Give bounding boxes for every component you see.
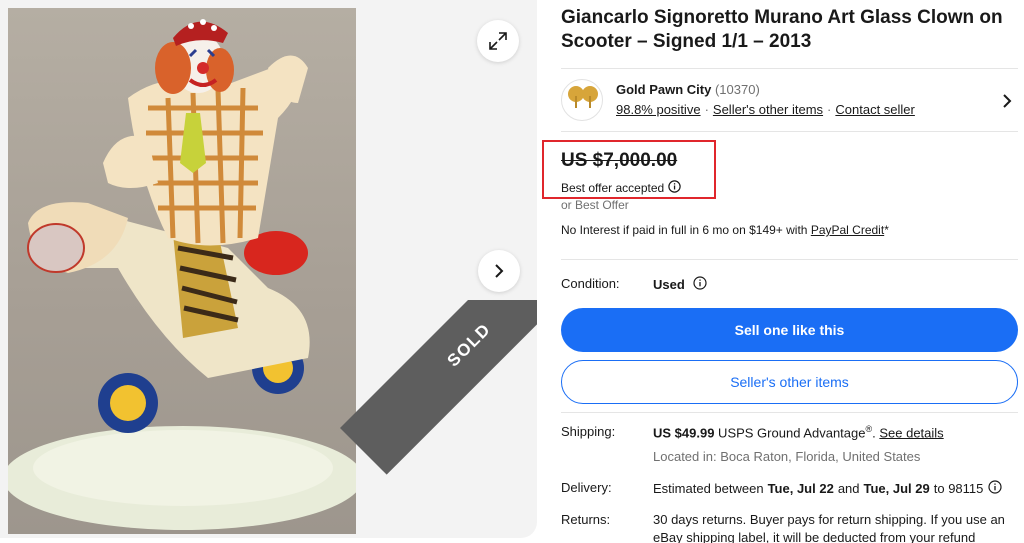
seller-logo (561, 79, 603, 121)
sell-one-like-this-button[interactable]: Sell one like this (561, 308, 1018, 352)
separator-dot: · (704, 102, 709, 117)
seller-positive-link[interactable]: 98.8% positive (616, 102, 701, 117)
delivery-end-date: Tue, Jul 29 (863, 481, 930, 496)
info-circle-icon (693, 276, 707, 290)
sold-badge: SOLD (340, 300, 537, 475)
condition-value-text: Used (653, 277, 685, 292)
shipping-service: USPS Ground Advantage (714, 425, 866, 441)
see-details-link[interactable]: See details (879, 425, 943, 440)
chevron-right-icon (495, 264, 504, 278)
condition-info-icon[interactable] (693, 276, 707, 293)
price-amount: US $7,000.00 (561, 150, 678, 171)
seller-feedback-count: (10370) (714, 82, 760, 97)
returns-label: Returns: (561, 512, 611, 527)
sold-badge-text: SOLD (443, 319, 495, 371)
seller-name-row: Gold Pawn City (10370) (616, 82, 760, 97)
info-icon[interactable] (668, 180, 681, 196)
sold-ribbon-container: SOLD (300, 300, 537, 538)
gold-pawn-logo-icon (566, 86, 600, 112)
condition-value: Used (653, 276, 707, 293)
separator-dot: · (827, 102, 832, 117)
seller-name[interactable]: Gold Pawn City (616, 82, 711, 97)
best-offer-accepted-text: Best offer accepted (561, 181, 665, 195)
or-best-offer: or Best Offer (561, 198, 629, 212)
seller-card[interactable]: Gold Pawn City (10370) 98.8% positive · Se… (561, 68, 1018, 132)
delivery-suffix: to 98115 (933, 481, 984, 496)
delivery-prefix: Estimated between (653, 481, 764, 496)
financing-suffix: * (884, 223, 889, 237)
divider (561, 259, 1018, 260)
expand-image-button[interactable] (477, 20, 519, 62)
delivery-value: Estimated between Tue, Jul 22 and Tue, J… (653, 480, 1018, 497)
financing-line: No Interest if paid in full in 6 mo on $… (561, 223, 889, 237)
expand-arrows-icon (489, 32, 507, 50)
chevron-right-icon (1003, 94, 1012, 108)
delivery-label: Delivery: (561, 480, 612, 495)
delivery-info-icon[interactable] (988, 480, 1002, 497)
delivery-and: and (837, 481, 860, 496)
paypal-credit-link[interactable]: PayPal Credit (811, 223, 884, 237)
item-location: Located in: Boca Raton, Florida, United … (653, 449, 921, 465)
returns-value: 30 days returns. Buyer pays for return s… (653, 512, 1005, 543)
seller-chevron-right-icon[interactable] (1002, 93, 1012, 114)
seller-other-items-link[interactable]: Seller's other items (713, 102, 823, 117)
info-circle-icon (668, 180, 681, 193)
sellers-other-items-button[interactable]: Seller's other items (561, 360, 1018, 404)
delivery-start-date: Tue, Jul 22 (767, 481, 834, 496)
condition-label: Condition: (561, 276, 620, 291)
shipping-price: US $49.99 (653, 425, 715, 441)
image-gallery: SOLD (0, 0, 537, 538)
shipping-line: US $49.99 USPS Ground Advantage®. See de… (653, 424, 1018, 440)
best-offer-accepted: Best offer accepted (561, 180, 681, 196)
next-image-button[interactable] (478, 250, 520, 292)
financing-text: No Interest if paid in full in 6 mo on $… (561, 223, 811, 237)
contact-seller-link[interactable]: Contact seller (835, 102, 914, 117)
shipping-label: Shipping: (561, 424, 616, 439)
divider (561, 412, 1018, 413)
info-circle-icon (988, 480, 1002, 494)
shipping-value: US $49.99 USPS Ground Advantage®. See de… (653, 424, 1018, 464)
listing-title: Giancarlo Signoretto Murano Art Glass Cl… (561, 7, 1003, 52)
seller-links: 98.8% positive · Seller's other items · Cont… (616, 102, 915, 117)
